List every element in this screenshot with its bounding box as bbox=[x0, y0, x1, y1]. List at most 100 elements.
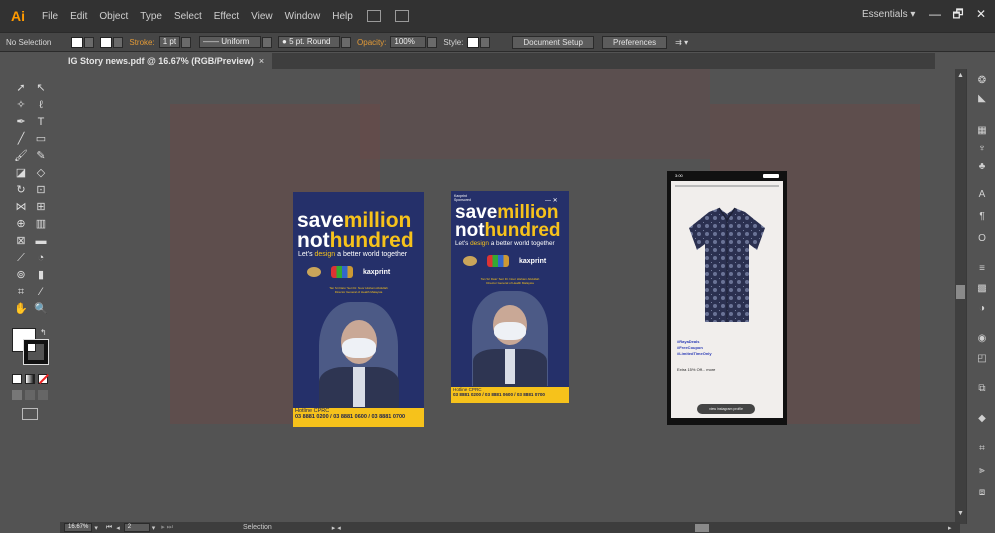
appearance-icon[interactable]: ◉ bbox=[975, 333, 989, 345]
artboard-story-2[interactable]: Kaxprint Sponsored — ✕ savemillion nothun… bbox=[451, 191, 569, 403]
character-icon[interactable]: A bbox=[975, 189, 989, 201]
artboard-canvas[interactable]: savemillion nothundred Let's design a be… bbox=[60, 69, 955, 524]
menu-object[interactable]: Object bbox=[99, 11, 128, 22]
magic-wand-tool-icon[interactable]: ✧ bbox=[12, 97, 30, 113]
rotate-tool-icon[interactable]: ↻ bbox=[12, 182, 30, 198]
align-panel-icon[interactable]: ⫸ bbox=[975, 465, 989, 477]
offer-text[interactable]: Extra 15% Off... more bbox=[677, 367, 715, 372]
pencil-tool-icon[interactable]: ✎ bbox=[32, 148, 50, 164]
color-panel-icon[interactable]: ❂ bbox=[975, 75, 989, 87]
tab-close-icon[interactable]: × bbox=[259, 56, 264, 66]
stroke-weight-field[interactable]: 1 pt bbox=[158, 36, 181, 48]
stroke-label[interactable]: Stroke: bbox=[129, 38, 154, 47]
artboards-icon[interactable]: ⌗ bbox=[975, 443, 989, 455]
menu-file[interactable]: File bbox=[42, 11, 58, 22]
menu-help[interactable]: Help bbox=[332, 11, 353, 22]
direct-selection-tool-icon[interactable]: ↖ bbox=[32, 80, 50, 96]
gradient-mode-icon[interactable] bbox=[25, 374, 35, 384]
zoom-dropdown-icon[interactable]: ▾ bbox=[94, 524, 98, 532]
graphic-styles-icon[interactable]: ◰ bbox=[975, 353, 989, 365]
gradient-tool-icon[interactable]: ▬ bbox=[32, 233, 50, 249]
hand-tool-icon[interactable]: ✋ bbox=[12, 301, 30, 317]
arrange-documents-icon[interactable] bbox=[394, 10, 409, 22]
brushes-icon[interactable]: ♆ bbox=[975, 143, 989, 155]
stroke-color-box[interactable] bbox=[23, 339, 49, 365]
minimize-button[interactable]: — bbox=[924, 6, 946, 22]
fill-dropdown[interactable] bbox=[84, 36, 95, 48]
menu-edit[interactable]: Edit bbox=[70, 11, 87, 22]
shape-builder-tool-icon[interactable]: ⊕ bbox=[12, 216, 30, 232]
opacity-label[interactable]: Opacity: bbox=[357, 38, 386, 47]
close-button[interactable]: ✕ bbox=[970, 6, 992, 22]
document-setup-button[interactable]: Document Setup bbox=[512, 35, 594, 49]
first-artboard-icon[interactable]: ⏮ bbox=[106, 524, 112, 532]
menu-effect[interactable]: Effect bbox=[214, 11, 239, 22]
maximize-button[interactable]: 🗗 bbox=[947, 6, 969, 22]
eyedropper-tool-icon[interactable]: ⟋ bbox=[12, 250, 30, 266]
slice-tool-icon[interactable]: ⁄ bbox=[32, 284, 50, 300]
menu-type[interactable]: Type bbox=[140, 11, 162, 22]
none-mode-icon[interactable] bbox=[38, 374, 49, 384]
menu-view[interactable]: View bbox=[251, 11, 273, 22]
hashtag[interactable]: #FreeCoupon bbox=[677, 345, 703, 350]
opacity-field[interactable]: 100% bbox=[390, 36, 427, 48]
line-tool-icon[interactable]: ╱ bbox=[12, 131, 30, 147]
layers-icon[interactable]: ◆ bbox=[975, 413, 989, 425]
stroke-weight-dropdown[interactable] bbox=[181, 36, 192, 48]
artboard-tool-icon[interactable]: ⌗ bbox=[12, 284, 30, 300]
scale-tool-icon[interactable]: ⊡ bbox=[32, 182, 50, 198]
scroll-down-icon[interactable]: ▼ bbox=[957, 510, 964, 517]
transparency-icon[interactable]: ◑ bbox=[975, 303, 989, 315]
document-tab[interactable]: IG Story news.pdf @ 16.67% (RGB/Preview)… bbox=[60, 53, 273, 69]
artboard-dropdown-icon[interactable]: ▾ bbox=[152, 524, 156, 532]
paintbrush-tool-icon[interactable]: 🖌 bbox=[12, 148, 30, 164]
next-artboard-icon[interactable]: ▸ ⏭ bbox=[161, 523, 173, 532]
fill-swatch[interactable] bbox=[71, 36, 84, 48]
selection-tool-icon[interactable]: ➚ bbox=[12, 80, 30, 96]
workspace-switcher[interactable]: Essentials ▾ bbox=[862, 9, 915, 20]
scroll-up-icon[interactable]: ▲ bbox=[957, 72, 964, 79]
horizontal-scroll-thumb[interactable] bbox=[695, 524, 709, 532]
lasso-tool-icon[interactable]: ℓ bbox=[32, 97, 50, 113]
transform-panel-icon[interactable]: ⧈ bbox=[975, 487, 989, 499]
paragraph-icon[interactable]: ¶ bbox=[975, 211, 989, 223]
color-mode-icon[interactable] bbox=[12, 374, 22, 384]
free-transform-tool-icon[interactable]: ⊞ bbox=[32, 199, 50, 215]
perspective-grid-tool-icon[interactable]: ▥ bbox=[32, 216, 50, 232]
variable-width-profile[interactable]: —— Uniform bbox=[199, 36, 262, 48]
opacity-dropdown[interactable] bbox=[427, 36, 438, 48]
symbols-icon[interactable]: ♣ bbox=[975, 161, 989, 173]
pen-tool-icon[interactable]: ✒ bbox=[12, 114, 30, 130]
artboard-story-1[interactable]: savemillion nothundred Let's design a be… bbox=[293, 192, 424, 427]
menu-select[interactable]: Select bbox=[174, 11, 202, 22]
eraser-tool-icon[interactable]: ◇ bbox=[32, 165, 50, 181]
menu-window[interactable]: Window bbox=[285, 11, 321, 22]
blend-tool-icon[interactable]: ◔ bbox=[32, 250, 50, 266]
preferences-button[interactable]: Preferences bbox=[602, 35, 668, 49]
profile-dropdown[interactable] bbox=[262, 36, 273, 48]
screen-mode-icon[interactable] bbox=[22, 408, 38, 420]
draw-normal-icon[interactable] bbox=[12, 390, 22, 400]
scroll-right-icon[interactable]: ▸ bbox=[948, 524, 952, 532]
hashtag[interactable]: #LimitedTimeOnly bbox=[677, 351, 712, 356]
draw-behind-icon[interactable] bbox=[25, 390, 35, 400]
gradient-panel-icon[interactable]: ▩ bbox=[975, 283, 989, 295]
color-guide-icon[interactable]: ◣ bbox=[975, 93, 989, 105]
swatches-icon[interactable]: ▦ bbox=[975, 125, 989, 137]
draw-inside-icon[interactable] bbox=[38, 390, 48, 400]
opentype-icon[interactable]: O bbox=[975, 233, 989, 245]
artboard-story-3[interactable]: 3:00 #RayaDeals #FreeCoupon #LimitedTime… bbox=[667, 171, 787, 425]
pathfinder-icon[interactable]: ⧉ bbox=[975, 383, 989, 395]
hashtag[interactable]: #RayaDeals bbox=[677, 339, 699, 344]
brush-dropdown[interactable] bbox=[341, 36, 352, 48]
brush-definition[interactable]: ● 5 pt. Round bbox=[278, 36, 341, 48]
stroke-swatch[interactable] bbox=[100, 36, 113, 48]
view-profile-button[interactable]: view instagram profile bbox=[697, 404, 755, 414]
zoom-field[interactable]: 16.67% bbox=[64, 523, 93, 532]
status-menu-icon[interactable]: ▸ ◂ bbox=[332, 524, 341, 532]
style-dropdown[interactable] bbox=[480, 36, 491, 48]
column-graph-tool-icon[interactable]: ▮ bbox=[32, 267, 50, 283]
stroke-panel-icon[interactable]: ≡ bbox=[975, 263, 989, 275]
type-tool-icon[interactable]: T bbox=[32, 114, 50, 130]
bridge-icon[interactable] bbox=[366, 10, 381, 22]
